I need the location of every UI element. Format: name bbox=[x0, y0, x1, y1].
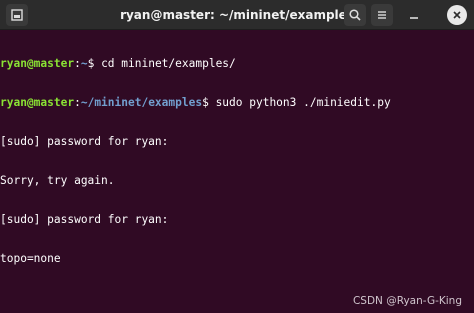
close-icon bbox=[453, 11, 461, 19]
terminal-line: ryan@master:~$ cd mininet/examples/ bbox=[0, 57, 474, 70]
terminal-line: topo=none bbox=[0, 252, 61, 265]
menu-button[interactable] bbox=[371, 4, 393, 26]
command-text: $ cd mininet/examples/ bbox=[87, 57, 236, 70]
close-button[interactable] bbox=[447, 5, 467, 25]
prompt-separator: : bbox=[74, 57, 81, 70]
terminal-window: ryan@master: ~/mininet/examples ryan@mas… bbox=[0, 0, 474, 313]
prompt-path: ~ bbox=[80, 57, 88, 70]
prompt-separator: : bbox=[74, 96, 81, 109]
prompt-user: ryan@master bbox=[0, 57, 75, 70]
minimize-button[interactable] bbox=[403, 4, 425, 26]
new-tab-icon bbox=[11, 9, 23, 21]
watermark: CSDN @Ryan-G-King bbox=[352, 295, 462, 307]
terminal-output[interactable]: ryan@master:~$ cd mininet/examples/ ryan… bbox=[0, 31, 474, 313]
hamburger-menu-icon bbox=[378, 11, 386, 19]
new-tab-button[interactable] bbox=[6, 4, 28, 26]
search-icon bbox=[349, 9, 361, 21]
search-button[interactable] bbox=[344, 4, 366, 26]
terminal-line: Sorry, try again. bbox=[0, 174, 115, 187]
minimize-icon bbox=[410, 17, 418, 19]
prompt-user: ryan@master bbox=[0, 96, 75, 109]
command-text: $ sudo python3 ./miniedit.py bbox=[202, 96, 391, 109]
terminal-line: [sudo] password for ryan: bbox=[0, 213, 169, 226]
terminal-line: [sudo] password for ryan: bbox=[0, 135, 169, 148]
title-bar: ryan@master: ~/mininet/examples bbox=[0, 0, 474, 30]
terminal-line: ryan@master:~/mininet/examples$ sudo pyt… bbox=[0, 96, 474, 109]
prompt-path: ~/mininet/examples bbox=[80, 96, 203, 109]
